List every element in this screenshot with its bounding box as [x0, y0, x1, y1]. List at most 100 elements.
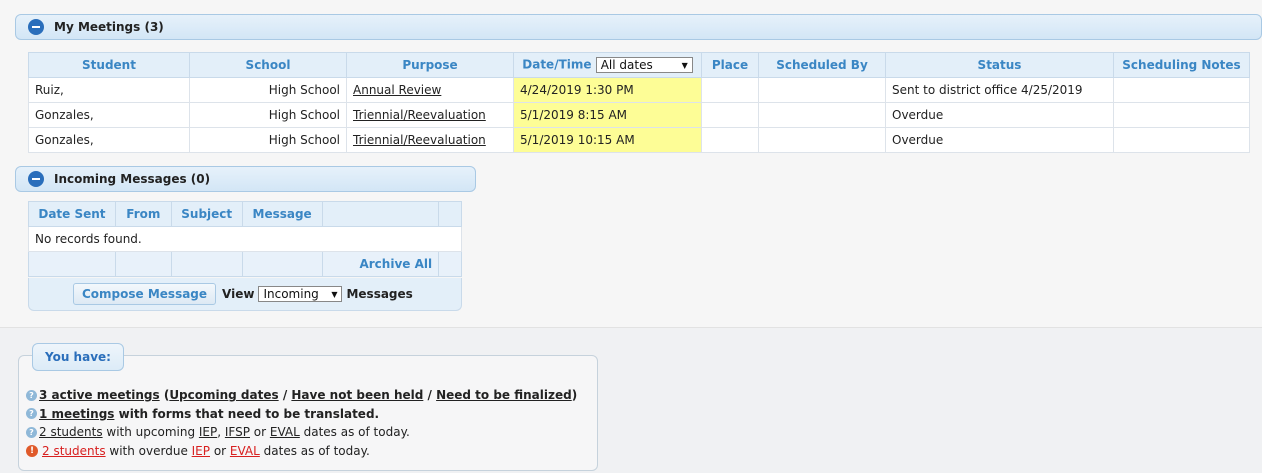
status-cell: Overdue: [885, 102, 1114, 128]
date-filter-select[interactable]: All dates ▼: [595, 57, 693, 73]
meetings-header-row: Student School Purpose Date/Time All dat…: [28, 52, 1250, 78]
place-cell: [701, 102, 759, 128]
students-overdue-link[interactable]: 2 students: [42, 442, 106, 461]
messages-label: Messages: [346, 287, 413, 301]
eval-link[interactable]: EVAL: [270, 423, 300, 442]
summary-line-overdue: ! 2 students with overdue IEP or EVAL da…: [26, 442, 577, 461]
text: with upcoming: [102, 425, 199, 439]
summary-line-meetings: ? 3 active meetings ( Upcoming dates / H…: [26, 386, 577, 405]
text: or: [210, 443, 230, 458]
text: with overdue: [105, 443, 192, 458]
scheduled-by-cell: [758, 127, 886, 153]
summary-line-translation: ? 1 meetings with forms that need to be …: [26, 405, 577, 424]
need-finalized-link[interactable]: Need to be finalized: [436, 386, 572, 405]
students-upcoming-link[interactable]: 2 students: [39, 423, 103, 442]
datetime-cell: 5/1/2019 10:15 AM: [513, 127, 702, 153]
col-datetime[interactable]: Date/Time All dates ▼: [513, 52, 702, 78]
incoming-messages-header[interactable]: Incoming Messages (0): [15, 166, 476, 192]
view-label: View: [222, 287, 255, 301]
col-student[interactable]: Student: [28, 52, 190, 78]
text: ,: [217, 425, 225, 439]
status-cell: Overdue: [885, 127, 1114, 153]
separator: /: [278, 388, 292, 402]
compose-message-button[interactable]: Compose Message: [73, 283, 217, 305]
archive-all-link[interactable]: Archive All: [321, 251, 440, 277]
student-name: Ruiz,: [35, 83, 64, 97]
school-cell: High School: [189, 77, 347, 103]
blank-cell: [28, 251, 116, 277]
text: or: [249, 425, 270, 439]
separator: /: [423, 388, 437, 402]
student-cell: Gonzales,: [28, 127, 190, 153]
my-meetings-title: My Meetings (3): [54, 20, 164, 34]
collapse-icon[interactable]: [28, 171, 44, 187]
collapse-icon[interactable]: [28, 19, 44, 35]
col-message[interactable]: Message: [241, 201, 323, 227]
notes-cell: [1113, 102, 1250, 128]
view-select[interactable]: Incoming ▼: [258, 286, 343, 302]
ifsp-link[interactable]: IFSP: [225, 423, 250, 442]
help-icon[interactable]: ?: [26, 408, 37, 420]
col-scheduled-by[interactable]: Scheduled By: [758, 52, 886, 78]
table-row: Gonzales, High School Triennial/Reevalua…: [28, 102, 1250, 128]
col-blank-1: [321, 201, 440, 227]
eval-overdue-link[interactable]: EVAL: [230, 442, 260, 461]
purpose-cell: Triennial/Reevaluation: [346, 127, 514, 153]
col-subject[interactable]: Subject: [170, 201, 243, 227]
text: dates as of today.: [259, 443, 370, 458]
place-cell: [701, 127, 759, 153]
iep-link[interactable]: IEP: [199, 423, 217, 442]
purpose-link[interactable]: Annual Review: [353, 83, 441, 97]
paren-close: ): [571, 388, 578, 402]
col-from[interactable]: From: [114, 201, 172, 227]
translation-text: with forms that need to be translated.: [114, 406, 380, 421]
no-records-text: No records found.: [28, 226, 462, 252]
messages-table: Date Sent From Subject Message No record…: [28, 201, 462, 277]
notes-cell: [1113, 127, 1250, 153]
col-scheduling-notes[interactable]: Scheduling Notes: [1113, 52, 1250, 78]
student-name: Gonzales,: [35, 133, 94, 147]
student-cell: Gonzales,: [28, 102, 190, 128]
table-row: Gonzales, High School Triennial/Reevalua…: [28, 127, 1250, 153]
datetime-cell: 5/1/2019 8:15 AM: [513, 102, 702, 128]
view-select-value: Incoming: [263, 287, 319, 301]
col-date-sent[interactable]: Date Sent: [28, 201, 116, 227]
scheduled-by-cell: [758, 77, 886, 103]
alert-icon: !: [26, 444, 38, 457]
purpose-cell: Annual Review: [346, 77, 514, 103]
meetings-translate-link[interactable]: 1 meetings: [39, 405, 114, 424]
date-filter-value: All dates: [600, 58, 653, 72]
school-cell: High School: [189, 102, 347, 128]
table-row: Ruiz, High School Annual Review 4/24/201…: [28, 77, 1250, 103]
messages-footer: Compose Message View Incoming ▼ Messages: [28, 278, 462, 311]
col-place[interactable]: Place: [701, 52, 759, 78]
student-cell: Ruiz,: [28, 77, 190, 103]
purpose-link[interactable]: Triennial/Reevaluation: [353, 133, 486, 147]
my-meetings-header[interactable]: My Meetings (3): [15, 14, 1262, 40]
meetings-table: Student School Purpose Date/Time All dat…: [28, 52, 1250, 153]
help-icon[interactable]: ?: [26, 426, 37, 438]
col-blank-2: [438, 201, 462, 227]
col-school[interactable]: School: [189, 52, 347, 78]
col-status[interactable]: Status: [885, 52, 1114, 78]
summary-line-upcoming: ? 2 students with upcoming IEP , IFSP or…: [26, 423, 577, 442]
dropdown-arrow-icon: ▼: [681, 60, 688, 70]
not-held-link[interactable]: Have not been held: [291, 386, 423, 405]
purpose-link[interactable]: Triennial/Reevaluation: [353, 108, 486, 122]
summary-list: ? 3 active meetings ( Upcoming dates / H…: [26, 386, 577, 460]
scheduled-by-cell: [758, 102, 886, 128]
archive-row: Archive All: [28, 251, 462, 277]
iep-overdue-link[interactable]: IEP: [192, 442, 210, 461]
help-icon[interactable]: ?: [26, 389, 37, 401]
you-have-title: You have:: [32, 343, 124, 371]
notes-cell: [1113, 77, 1250, 103]
col-purpose[interactable]: Purpose: [346, 52, 514, 78]
upcoming-dates-link[interactable]: Upcoming dates: [169, 386, 278, 405]
col-datetime-label[interactable]: Date/Time: [522, 58, 591, 72]
paren-open: (: [159, 388, 170, 402]
status-cell: Sent to district office 4/25/2019: [885, 77, 1114, 103]
place-cell: [701, 77, 759, 103]
school-cell: High School: [189, 127, 347, 153]
active-meetings-link[interactable]: 3 active meetings: [39, 386, 160, 405]
student-name: Gonzales,: [35, 108, 94, 122]
